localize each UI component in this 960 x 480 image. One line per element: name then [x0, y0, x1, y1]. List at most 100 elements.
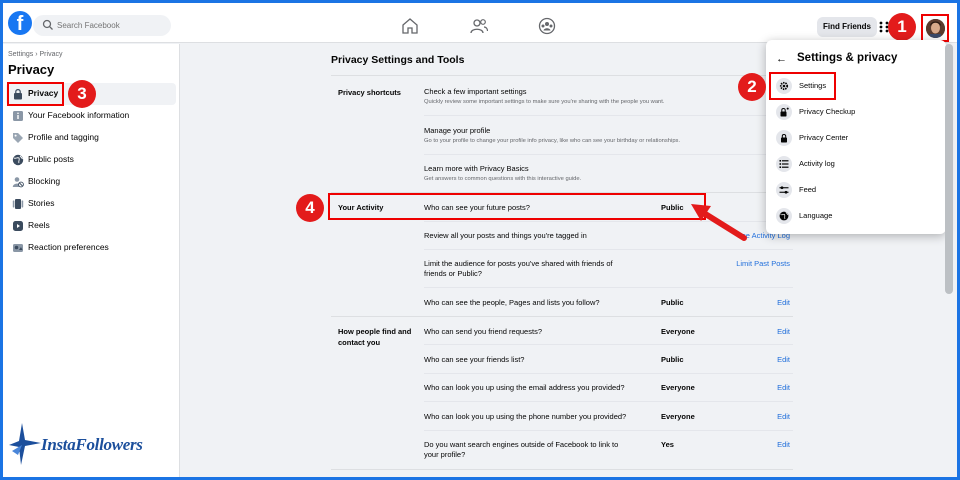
activity-question: Who can see the people, Pages and lists … — [424, 298, 600, 307]
back-arrow-icon[interactable]: ← — [776, 53, 787, 65]
sidebar-item-label: Reaction preferences — [28, 242, 109, 252]
contact-value: Everyone — [661, 383, 695, 392]
limit-past-posts-link[interactable]: Limit Past Posts — [736, 259, 790, 268]
row-divider — [424, 115, 793, 116]
section-title: Privacy Settings and Tools — [331, 54, 465, 66]
avatar-image — [926, 19, 945, 38]
row-divider — [424, 287, 793, 288]
sidebar-item-label: Blocking — [28, 176, 61, 186]
menu-item-label: Language — [799, 211, 833, 220]
step-badge-1: 1 — [888, 13, 916, 41]
step-badge-3: 3 — [68, 80, 96, 108]
edit-link[interactable]: Edit — [777, 412, 790, 421]
facebook-logo-icon[interactable]: f — [8, 11, 32, 35]
menu-item-activity-log[interactable]: Activity log — [772, 152, 938, 176]
edit-link[interactable]: Edit — [777, 298, 790, 307]
sliders-icon — [776, 182, 792, 198]
tag-icon — [13, 133, 23, 143]
profile-menu-highlight[interactable] — [921, 14, 949, 42]
menu-item-feed[interactable]: Feed — [772, 178, 938, 202]
star-logo-icon — [9, 423, 41, 465]
menu-item-privacy-checkup[interactable]: Privacy Checkup — [772, 100, 938, 124]
sidebar-item-reaction-preferences[interactable]: Reaction preferences — [6, 237, 176, 259]
shortcut-title[interactable]: Manage your profile — [424, 126, 490, 136]
shortcut-title[interactable]: Check a few important settings — [424, 87, 527, 97]
row-divider — [424, 154, 793, 155]
row-divider — [424, 373, 793, 374]
edit-link[interactable]: Edit — [777, 327, 790, 336]
list-icon — [776, 156, 792, 172]
sidebar-item-reels[interactable]: Reels — [6, 215, 176, 237]
highlight-privacy-item — [7, 82, 64, 106]
friends-icon[interactable] — [470, 17, 488, 35]
edit-link[interactable]: Edit — [777, 440, 790, 449]
block-user-icon — [12, 177, 24, 188]
info-icon — [13, 111, 23, 121]
contact-question: Who can see your friends list? — [424, 355, 525, 364]
breadcrumb[interactable]: Settings › Privacy — [8, 51, 62, 58]
menu-item-language[interactable]: Language — [772, 204, 938, 228]
scrollbar[interactable] — [945, 44, 953, 294]
sidebar-item-facebook-information[interactable]: Your Facebook information — [6, 105, 176, 127]
menu-item-privacy-center[interactable]: Privacy Center — [772, 126, 938, 150]
groups-icon[interactable] — [538, 17, 556, 35]
search-input[interactable] — [57, 18, 167, 33]
row-divider — [424, 249, 793, 250]
sidebar-item-blocking[interactable]: Blocking — [6, 171, 176, 193]
sidebar-item-label: Your Facebook information — [28, 110, 130, 120]
brand-name: InstaFollowers — [41, 435, 143, 454]
lock-icon — [776, 130, 792, 146]
contact-value: Everyone — [661, 412, 695, 421]
sidebar-item-label: Profile and tagging — [28, 132, 99, 142]
sidebar-item-profile-tagging[interactable]: Profile and tagging — [6, 127, 176, 149]
row-divider — [424, 430, 793, 431]
instafollowers-logo: InstaFollowers — [8, 421, 158, 467]
search-icon — [42, 19, 53, 30]
step-badge-2: 2 — [738, 73, 766, 101]
menu-title: Settings & privacy — [797, 52, 898, 64]
section-label-shortcuts: Privacy shortcuts — [338, 88, 401, 97]
step-badge-4: 4 — [296, 194, 324, 222]
settings-privacy-menu: ← Settings & privacy Settings Privacy Ch… — [766, 40, 946, 234]
page-title: Privacy — [8, 62, 55, 77]
activity-value: Public — [661, 298, 684, 307]
contact-question: Who can send you friend requests? — [424, 327, 542, 336]
menu-item-label: Activity log — [799, 159, 835, 168]
find-friends-button[interactable]: Find Friends — [817, 17, 877, 37]
shortcut-description: Get answers to common questions with thi… — [424, 176, 582, 182]
globe-icon — [12, 154, 24, 166]
home-icon[interactable] — [401, 17, 419, 35]
settings-sidebar: Settings › Privacy Privacy Privacy Your … — [3, 44, 180, 477]
highlight-settings-item — [769, 72, 836, 100]
contact-question: Who can look you up using the email addr… — [424, 383, 625, 392]
row-divider — [424, 344, 793, 345]
sidebar-item-label: Reels — [28, 220, 50, 230]
edit-link[interactable]: Edit — [777, 355, 790, 364]
sidebar-item-public-posts[interactable]: Public posts — [6, 149, 176, 171]
sidebar-item-label: Stories — [28, 198, 55, 208]
menu-item-label: Privacy Center — [799, 133, 849, 142]
highlight-future-posts-row — [328, 193, 706, 220]
globe-icon — [776, 208, 792, 224]
title-divider — [331, 75, 793, 76]
shortcut-description: Quickly review some important settings t… — [424, 99, 665, 105]
contact-question: Do you want search engines outside of Fa… — [424, 440, 619, 459]
top-bar: f Find Friends — [3, 3, 957, 43]
contact-question: Who can look you up using the phone numb… — [424, 412, 627, 421]
lock-check-icon — [776, 104, 792, 120]
sidebar-item-stories[interactable]: Stories — [6, 193, 176, 215]
reaction-icon — [13, 244, 23, 252]
edit-link[interactable]: Edit — [777, 383, 790, 392]
section-label-contact: How people find and contact you — [338, 327, 412, 347]
sidebar-item-label: Public posts — [28, 154, 74, 164]
shortcut-title[interactable]: Learn more with Privacy Basics — [424, 164, 529, 174]
page-frame: f Find Friends — [3, 3, 957, 477]
search-box[interactable] — [33, 15, 171, 36]
avatar[interactable] — [926, 19, 945, 38]
activity-question: Review all your posts and things you're … — [424, 231, 587, 240]
menu-item-label: Feed — [799, 185, 817, 194]
row-divider — [424, 401, 793, 402]
activity-question: Limit the audience for posts you've shar… — [424, 259, 613, 278]
pointer-arrow-icon — [691, 204, 747, 241]
section-divider — [331, 469, 793, 470]
